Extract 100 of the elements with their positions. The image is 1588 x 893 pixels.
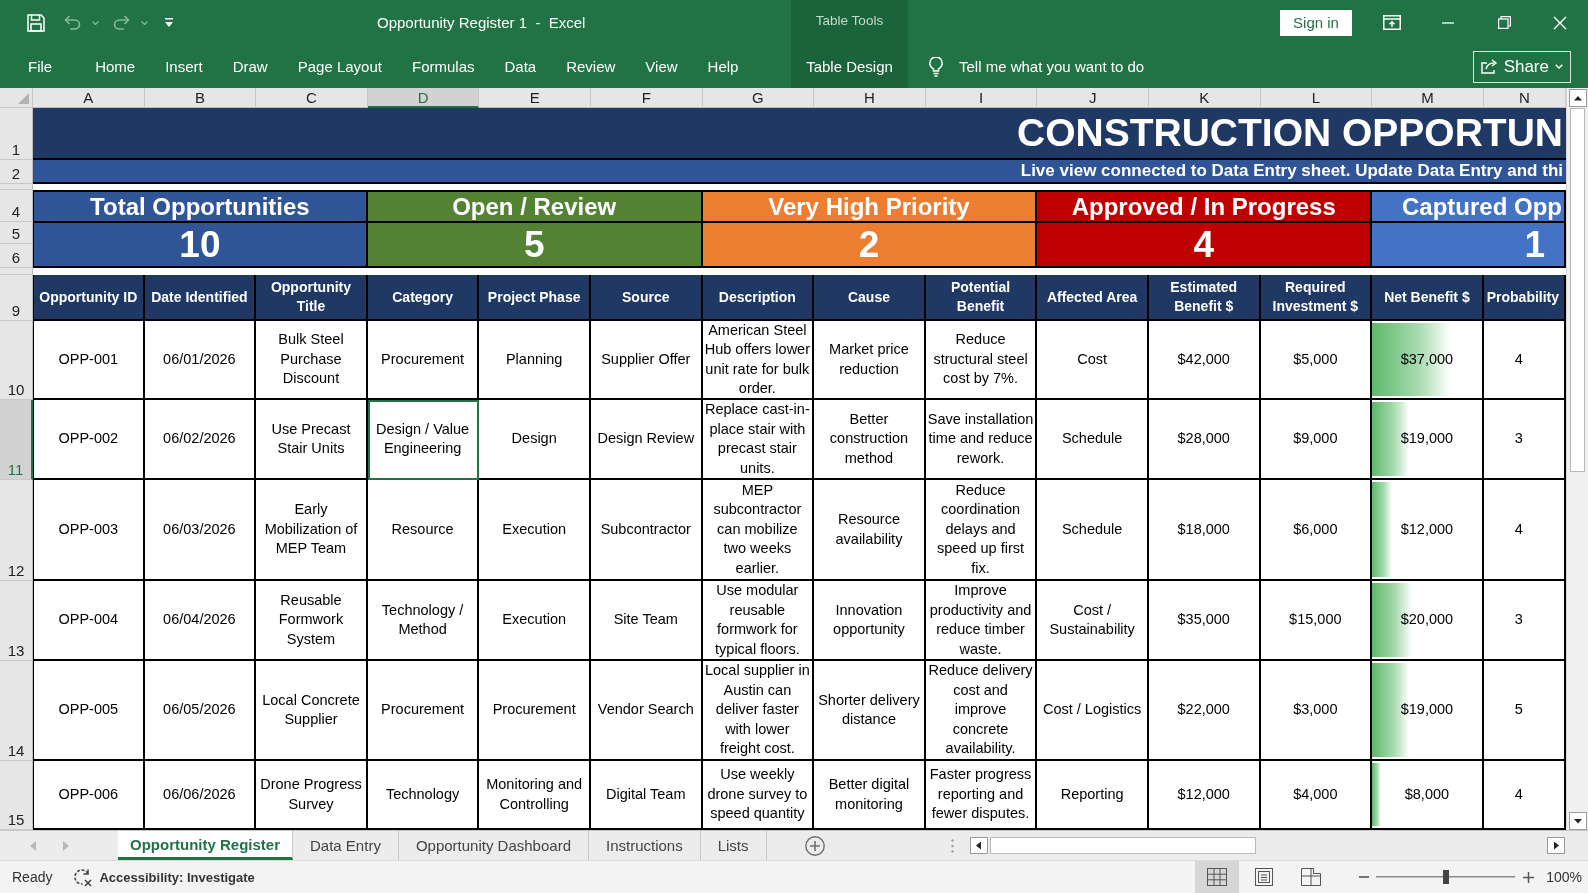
table-cell: $12,000 bbox=[1148, 761, 1261, 830]
table-cell: 3 bbox=[1483, 581, 1566, 661]
ribbon-tab[interactable]: Help bbox=[692, 50, 754, 83]
column-header[interactable]: N bbox=[1483, 88, 1566, 108]
normal-view-button[interactable] bbox=[1195, 861, 1240, 893]
column-header[interactable]: G bbox=[702, 88, 815, 108]
row-header[interactable]: 5 bbox=[0, 222, 33, 244]
table-cell: Technology / Method bbox=[367, 581, 480, 661]
row-header[interactable]: 12 bbox=[0, 480, 33, 581]
column-header[interactable]: H bbox=[814, 88, 926, 108]
table-cell: Execution bbox=[479, 581, 591, 661]
table-cell: 3 bbox=[1483, 400, 1566, 480]
table-cell: Use weekly drone survey to speed quantity bbox=[702, 761, 815, 830]
grid-icon[interactable] bbox=[1207, 868, 1228, 886]
horizontal-scrollbar[interactable] bbox=[970, 837, 1565, 854]
vertical-scrollbar[interactable] bbox=[1566, 88, 1588, 830]
ribbon-tab[interactable]: Table Design bbox=[791, 50, 908, 83]
table-header-cell: Date Identified bbox=[144, 275, 257, 321]
table-cell: Drone Progress Survey bbox=[256, 761, 368, 830]
row-header[interactable]: 11 bbox=[0, 400, 33, 480]
row-header[interactable]: 14 bbox=[0, 661, 33, 761]
table-header-cell: Probability bbox=[1483, 275, 1566, 321]
column-header[interactable]: I bbox=[925, 88, 1038, 108]
close-icon[interactable] bbox=[1553, 15, 1567, 30]
column-header[interactable]: F bbox=[590, 88, 703, 108]
column-header[interactable]: L bbox=[1260, 88, 1373, 108]
column-header[interactable]: J bbox=[1037, 88, 1149, 108]
table-cell: OPP-002 bbox=[33, 400, 145, 480]
scroll-thumb[interactable] bbox=[1570, 108, 1585, 472]
table-cell: Market price reduction bbox=[814, 321, 926, 400]
restore-icon[interactable] bbox=[1497, 16, 1511, 29]
caret-icon[interactable] bbox=[92, 20, 99, 25]
table-cell: Schedule bbox=[1037, 480, 1149, 581]
ribbon-tab[interactable]: Review bbox=[551, 50, 631, 83]
table-cell: Innovation opportunity bbox=[814, 581, 926, 661]
bar-caret-icon[interactable] bbox=[164, 18, 174, 27]
sheet-tab[interactable]: Opportunity Register bbox=[118, 831, 293, 860]
column-header[interactable]: A bbox=[33, 88, 145, 108]
ribbon-tab[interactable]: View bbox=[630, 50, 693, 83]
ribbon-tab[interactable]: Formulas bbox=[396, 50, 490, 83]
ribbon-tab[interactable]: Data bbox=[489, 50, 552, 83]
table-cell: $22,000 bbox=[1148, 661, 1261, 761]
redo-icon[interactable] bbox=[112, 15, 130, 30]
ribbon-tab[interactable]: File bbox=[13, 50, 68, 83]
accessibility-status[interactable]: Accessibility: Investigate bbox=[99, 869, 255, 885]
plus-icon[interactable] bbox=[1523, 871, 1535, 883]
row-header[interactable]: 6 bbox=[0, 244, 33, 268]
sheet-title: CONSTRUCTION OPPORTUN bbox=[1017, 111, 1563, 155]
row-header[interactable]: 9 bbox=[0, 275, 33, 321]
caret-icon[interactable] bbox=[141, 20, 148, 25]
undo-icon[interactable] bbox=[64, 15, 82, 30]
share-button[interactable]: Share bbox=[1472, 50, 1571, 83]
table-cell: Design Review bbox=[590, 400, 703, 480]
save-icon[interactable] bbox=[27, 13, 45, 32]
column-header[interactable]: M bbox=[1372, 88, 1484, 108]
row-header[interactable]: 13 bbox=[0, 581, 33, 661]
table-cell: Local Concrete Supplier bbox=[256, 661, 368, 761]
zoom-level[interactable]: 100% bbox=[1546, 869, 1582, 885]
ribbon-tab[interactable]: Page Layout bbox=[282, 50, 397, 83]
row-header[interactable]: 10 bbox=[0, 321, 33, 400]
table-cell: OPP-005 bbox=[33, 661, 145, 761]
sign-in-button[interactable]: Sign in bbox=[1280, 9, 1352, 36]
column-header[interactable]: D bbox=[367, 88, 480, 108]
sheet-subtitle: Live view connected to Data Entry sheet. Update Data Entry and thi bbox=[1020, 161, 1563, 181]
row-header[interactable]: 15 bbox=[0, 761, 33, 830]
tell-me-search-field[interactable]: Tell me what you want to do bbox=[959, 56, 1199, 77]
column-header[interactable]: E bbox=[479, 88, 591, 108]
column-header[interactable]: K bbox=[1148, 88, 1261, 108]
row-header[interactable]: 2 bbox=[0, 160, 33, 184]
zoom-slider-thumb[interactable] bbox=[1442, 870, 1449, 884]
table-cell: $6,000 bbox=[1260, 480, 1373, 581]
table-cell: Execution bbox=[479, 480, 591, 581]
vertical-dots-icon[interactable] bbox=[951, 838, 954, 853]
ribbon-tab[interactable]: Draw bbox=[217, 50, 283, 83]
column-header[interactable]: B bbox=[144, 88, 257, 108]
table-header-cell: Potential Benefit bbox=[925, 275, 1038, 321]
share-icon[interactable] bbox=[1480, 59, 1498, 74]
minus-icon[interactable] bbox=[1359, 876, 1370, 878]
cell-value: $37,000 bbox=[1400, 349, 1454, 369]
scroll-thumb[interactable] bbox=[990, 837, 1256, 854]
table-header-cell: Opportunity ID bbox=[33, 275, 145, 321]
table-cell: Monitoring and Controlling bbox=[479, 761, 591, 830]
table-cell: 4 bbox=[1483, 761, 1566, 830]
plus-circle-icon[interactable] bbox=[804, 835, 825, 856]
minimize-icon[interactable] bbox=[1442, 21, 1454, 24]
lightbulb-icon bbox=[929, 56, 943, 77]
ribbon-tab[interactable]: Insert bbox=[150, 50, 218, 83]
kpi-value: 2 bbox=[858, 224, 880, 265]
table-header-cell: Project Phase bbox=[479, 275, 591, 321]
ribbon-tab[interactable]: Home bbox=[80, 50, 151, 83]
kpi-label: Total Opportunities bbox=[90, 192, 310, 221]
page-icon[interactable] bbox=[1255, 868, 1274, 886]
row-header[interactable]: 1 bbox=[0, 108, 33, 160]
table-cell: Cost bbox=[1037, 321, 1149, 400]
table-header-cell: Source bbox=[590, 275, 703, 321]
table-cell: MEP subcontractor can mobilize two weeks earlier. bbox=[702, 480, 815, 581]
column-header[interactable]: C bbox=[256, 88, 368, 108]
page-split-icon[interactable] bbox=[1301, 868, 1322, 886]
accessibility-icon[interactable] bbox=[73, 867, 93, 887]
row-header[interactable]: 4 bbox=[0, 190, 33, 222]
